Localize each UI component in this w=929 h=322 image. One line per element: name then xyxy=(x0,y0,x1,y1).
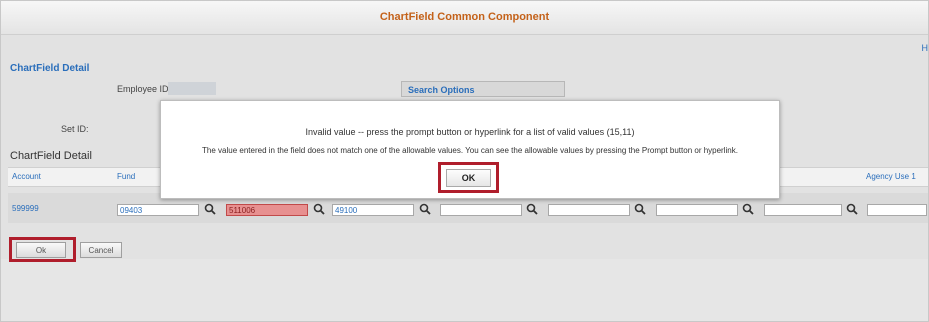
error-dialog: Invalid value -- press the prompt button… xyxy=(160,100,780,199)
error-detail: The value entered in the field does not … xyxy=(202,146,738,155)
column-account[interactable]: Account xyxy=(12,172,41,181)
chartfield-detail-heading: ChartField Detail xyxy=(10,63,90,74)
column-agency-use-1[interactable]: Agency Use 1 xyxy=(866,172,916,181)
employee-id-value xyxy=(168,82,216,95)
chartfield-6-input[interactable] xyxy=(548,204,630,216)
cancel-button[interactable]: Cancel xyxy=(80,242,122,258)
page-frame: ChartField Common Component H ChartField… xyxy=(0,0,929,322)
bottom-panel xyxy=(1,259,928,321)
agency-use-1-input[interactable] xyxy=(867,204,927,216)
chartfield-8-input[interactable] xyxy=(764,204,842,216)
account-value: 599999 xyxy=(12,204,39,213)
chartfield-5-input[interactable] xyxy=(440,204,522,216)
ok-button-highlight xyxy=(9,237,76,262)
magnifier-icon[interactable] xyxy=(313,203,325,216)
magnifier-icon[interactable] xyxy=(419,203,431,216)
dialog-ok-highlight xyxy=(438,162,499,193)
search-options-tab[interactable]: Search Options xyxy=(401,81,565,97)
setid-label: Set ID: xyxy=(61,124,89,134)
grid-title: ChartField Detail xyxy=(10,150,92,162)
chartfield-7-input[interactable] xyxy=(656,204,738,216)
magnifier-icon[interactable] xyxy=(846,203,858,216)
chartfield-3-input[interactable]: 511006 xyxy=(226,204,308,216)
magnifier-icon[interactable] xyxy=(204,203,216,216)
magnifier-icon[interactable] xyxy=(742,203,754,216)
fund-input[interactable]: 09403 xyxy=(117,204,199,216)
help-link[interactable]: H xyxy=(922,43,929,53)
error-message: Invalid value -- press the prompt button… xyxy=(305,127,635,137)
magnifier-icon[interactable] xyxy=(634,203,646,216)
magnifier-icon[interactable] xyxy=(526,203,538,216)
employee-id-label: Employee ID xyxy=(117,84,169,94)
chartfield-4-input[interactable]: 49100 xyxy=(332,204,414,216)
column-fund[interactable]: Fund xyxy=(117,172,135,181)
window-title: ChartField Common Component xyxy=(1,1,928,35)
